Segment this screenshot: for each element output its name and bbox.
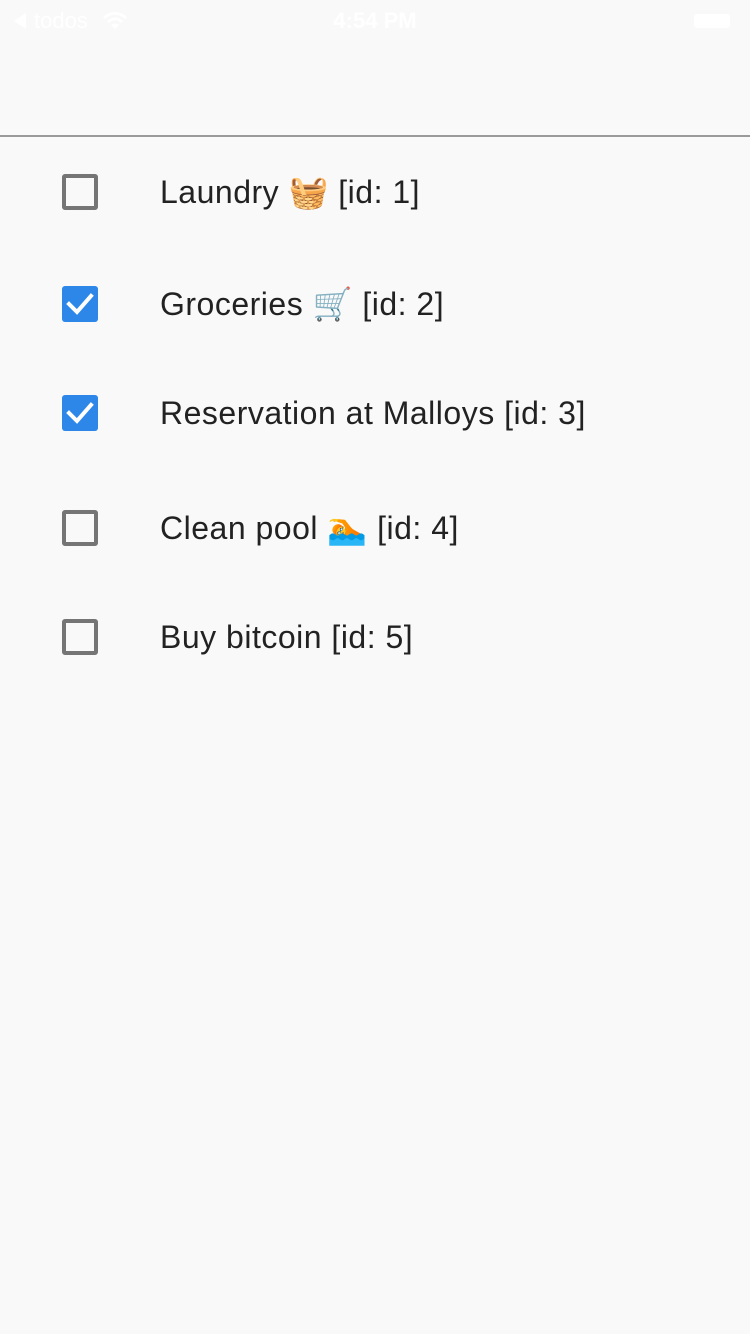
todo-row-3[interactable]: Reservation at Malloys [id: 3]: [0, 383, 750, 443]
navigation-bar: [0, 40, 750, 137]
todo-label: Clean pool 🏊 [id: 4]: [160, 510, 459, 546]
checkmark-icon: [66, 402, 94, 424]
todo-checkbox[interactable]: [62, 286, 98, 322]
todo-label: Laundry 🧺 [id: 1]: [160, 174, 421, 210]
todo-checkbox[interactable]: [62, 174, 98, 210]
todo-row-5[interactable]: Buy bitcoin [id: 5]: [0, 607, 750, 667]
todo-row-4[interactable]: Clean pool 🏊 [id: 4]: [0, 498, 750, 558]
todo-checkbox[interactable]: [62, 395, 98, 431]
todo-label: Buy bitcoin [id: 5]: [160, 619, 414, 655]
todo-label: Reservation at Malloys [id: 3]: [160, 395, 586, 431]
todo-row-1[interactable]: Laundry 🧺 [id: 1]: [0, 162, 750, 222]
battery-icon: [694, 14, 730, 28]
status-bar: todos 4:54 PM: [0, 0, 750, 40]
todo-checkbox[interactable]: [62, 510, 98, 546]
todo-label: Groceries 🛒 [id: 2]: [160, 286, 445, 322]
status-time: 4:54 PM: [333, 8, 417, 33]
checkmark-icon: [66, 293, 94, 315]
todo-row-2[interactable]: Groceries 🛒 [id: 2]: [0, 274, 750, 334]
todo-checkbox[interactable]: [62, 619, 98, 655]
